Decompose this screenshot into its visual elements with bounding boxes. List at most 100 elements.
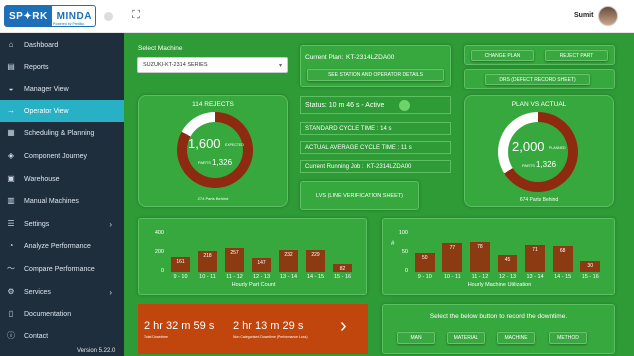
pva-title: PLAN VS ACTUAL: [511, 101, 567, 108]
reject-part-button[interactable]: REJECT PART: [545, 50, 608, 61]
sidebar-item-manual-machines[interactable]: ▥ Manual Machines: [0, 190, 124, 212]
sidebar: ⌂ Dashboard ▤ Reports ◒ Manager View → Opera…: [0, 33, 124, 356]
sidebar-item-label: Operator View: [24, 107, 69, 115]
y-tick-label: 400: [154, 230, 164, 236]
bar: 257: [224, 247, 245, 272]
lvs-button[interactable]: LVS (LINE VERIFICATION SHEET): [300, 181, 419, 210]
bar: 229: [305, 250, 326, 272]
sidebar-item-label: Manual Machines: [24, 197, 79, 205]
x-tick-label: 11 - 12: [471, 274, 489, 280]
rejects-panel: 114 REJECTS 1,600 EXPECTED PARTS 1,326 2…: [138, 95, 288, 207]
plan-vs-actual-panel: PLAN VS ACTUAL 2,000 PLANNED PARTS 1,326…: [464, 95, 614, 207]
y-tick-label: 0: [160, 268, 164, 274]
bar: 78: [470, 242, 490, 272]
gear-icon: ⚙: [7, 287, 15, 296]
sidebar-item-label: Analyze Performance: [24, 242, 91, 250]
document-icon: ▤: [7, 62, 15, 71]
pva-value-label: PLANNED: [549, 146, 566, 150]
logo-part1: SP✦RK: [5, 6, 52, 26]
spark-minda-logo[interactable]: SP✦RK MINDA Powered by Prediko: [4, 5, 96, 27]
pva-footer: 674 Parts Behind: [519, 197, 559, 203]
sidebar-item-label: Scheduling & Planning: [24, 129, 95, 137]
sidebar-item-label: Component Journey: [24, 152, 88, 160]
sidebar-item-reports[interactable]: ▤ Reports: [0, 56, 124, 78]
machine-select[interactable]: SUZUKI-KT-2314 SERIES ▾: [137, 57, 288, 73]
bar: 71: [525, 245, 545, 272]
machine-select-value: SUZUKI-KT-2314 SERIES: [143, 62, 208, 68]
fullscreen-icon[interactable]: ⛶: [130, 9, 142, 21]
see-station-button[interactable]: SEE STATION AND OPERATOR DETAILS: [307, 69, 444, 81]
current-plan-label: Current Plan:: [305, 54, 344, 61]
sidebar-item-operator-view[interactable]: → Operator View: [0, 100, 124, 122]
chart1-title: Hourly Part Count: [231, 282, 276, 288]
bar: 147: [251, 258, 272, 272]
change-plan-button[interactable]: CHANGE PLAN: [471, 50, 534, 61]
user-name[interactable]: Sumit: [574, 12, 593, 19]
x-tick-label: 12 - 13: [252, 274, 271, 280]
status-box: Status: 10 m 46 s - Active: [300, 96, 451, 114]
sidebar-item-settings[interactable]: ☰ Settings ›: [0, 213, 124, 235]
rejects-parts-value: 1,326: [212, 158, 233, 167]
sidebar-item-warehouse[interactable]: ▣ Warehouse: [0, 168, 124, 190]
sidebar-item-label: Manager View: [24, 85, 69, 93]
y-tick-label: 200: [154, 249, 164, 255]
sidebar-item-scheduling[interactable]: ▦ Scheduling & Planning: [0, 122, 124, 144]
rejects-footer: 274 Parts Behind: [197, 196, 229, 201]
hourly-machine-utilization-panel: 0 50 100 50 9 - 10 77 10 - 11 78 11 - 12 45 12 - 1…: [382, 218, 615, 295]
sidebar-item-label: Contact: [24, 332, 49, 340]
machine-button[interactable]: MACHINE: [497, 332, 535, 344]
bar: 218: [197, 251, 218, 272]
main-content: Select Machine SUZUKI-KT-2314 SERIES ▾ C…: [124, 33, 634, 356]
gauge-icon: ◔: [8, 241, 14, 250]
avatar[interactable]: [598, 6, 618, 26]
chart2-title: Hourly Machine Utilization: [467, 282, 532, 288]
sidebar-item-services[interactable]: ⚙ Services ›: [0, 281, 124, 303]
record-downtime-text: Select the below button to record the do…: [429, 313, 568, 320]
status-text: Status: 10 m 46 s - Active: [305, 101, 385, 109]
y-tick-label: 0: [404, 268, 408, 274]
plan-actions-panel: CHANGE PLAN REJECT PART: [464, 45, 615, 65]
drs-button[interactable]: DRS (DEFECT RECORD SHEET): [485, 74, 590, 85]
material-button[interactable]: MATERIAL: [447, 332, 485, 344]
sidebar-toggle-icon[interactable]: [104, 12, 113, 21]
rejects-parts-label: PARTS: [198, 160, 211, 165]
sidebar-item-documentation[interactable]: ▯ Documentation: [0, 303, 124, 325]
sidebar-item-label: Warehouse: [24, 175, 60, 183]
sidebar-item-manager-view[interactable]: ◒ Manager View: [0, 78, 124, 100]
x-tick-label: 11 - 12: [226, 274, 243, 280]
version-label: Version 5.22.0: [77, 348, 116, 354]
box-icon: ◈: [7, 151, 15, 160]
trend-icon: 〜: [7, 264, 15, 273]
x-tick-label: 9 - 10: [417, 274, 432, 280]
bar: 68: [552, 246, 573, 272]
standard-cycle-time: STANDARD CYCLE TIME : 14 s: [300, 122, 451, 135]
current-plan-value: KT-2314LZDA00: [346, 54, 395, 61]
info-icon: ⓘ: [7, 331, 15, 340]
doc-icon: ▯: [8, 309, 14, 318]
bar: 77: [442, 242, 463, 272]
noncat-downtime: 2 hr 13 m 29 s: [233, 320, 304, 332]
method-button[interactable]: METHOD: [549, 332, 587, 344]
x-tick-label: 13 - 14: [279, 274, 298, 280]
home-icon: ⌂: [8, 40, 14, 49]
arrow-right-icon: →: [7, 106, 15, 115]
bar: 161: [170, 256, 191, 272]
total-downtime-label: Total Downtime: [144, 335, 168, 339]
actual-cycle-time: ACTUAL AVERAGE CYCLE TIME : 11 s: [300, 141, 451, 154]
downtime-panel[interactable]: 2 hr 32 m 59 s Total Downtime 2 hr 13 m …: [138, 304, 368, 354]
sidebar-item-analyze-performance[interactable]: ◔ Analyze Performance: [0, 235, 124, 257]
sidebar-item-dashboard[interactable]: ⌂ Dashboard: [0, 34, 124, 56]
chevron-right-icon[interactable]: ›: [340, 315, 347, 338]
sidebar-item-label: Settings: [24, 220, 50, 228]
sidebar-item-label: Services: [24, 288, 51, 296]
sidebar-item-compare-performance[interactable]: 〜 Compare Performance: [0, 258, 124, 280]
top-bar: SP✦RK MINDA Powered by Prediko ⛶ Sumit: [0, 0, 634, 33]
y-tick-label: 100: [398, 230, 408, 236]
x-tick-label: 10 - 11: [443, 274, 461, 280]
x-tick-label: 15 - 16: [581, 274, 599, 280]
man-button[interactable]: MAN: [397, 332, 435, 344]
sidebar-item-contact[interactable]: ⓘ Contact: [0, 325, 124, 347]
sidebar-item-component-journey[interactable]: ◈ Component Journey: [0, 145, 124, 167]
settings-icon: ☰: [7, 219, 15, 228]
bar: 45: [497, 254, 518, 272]
